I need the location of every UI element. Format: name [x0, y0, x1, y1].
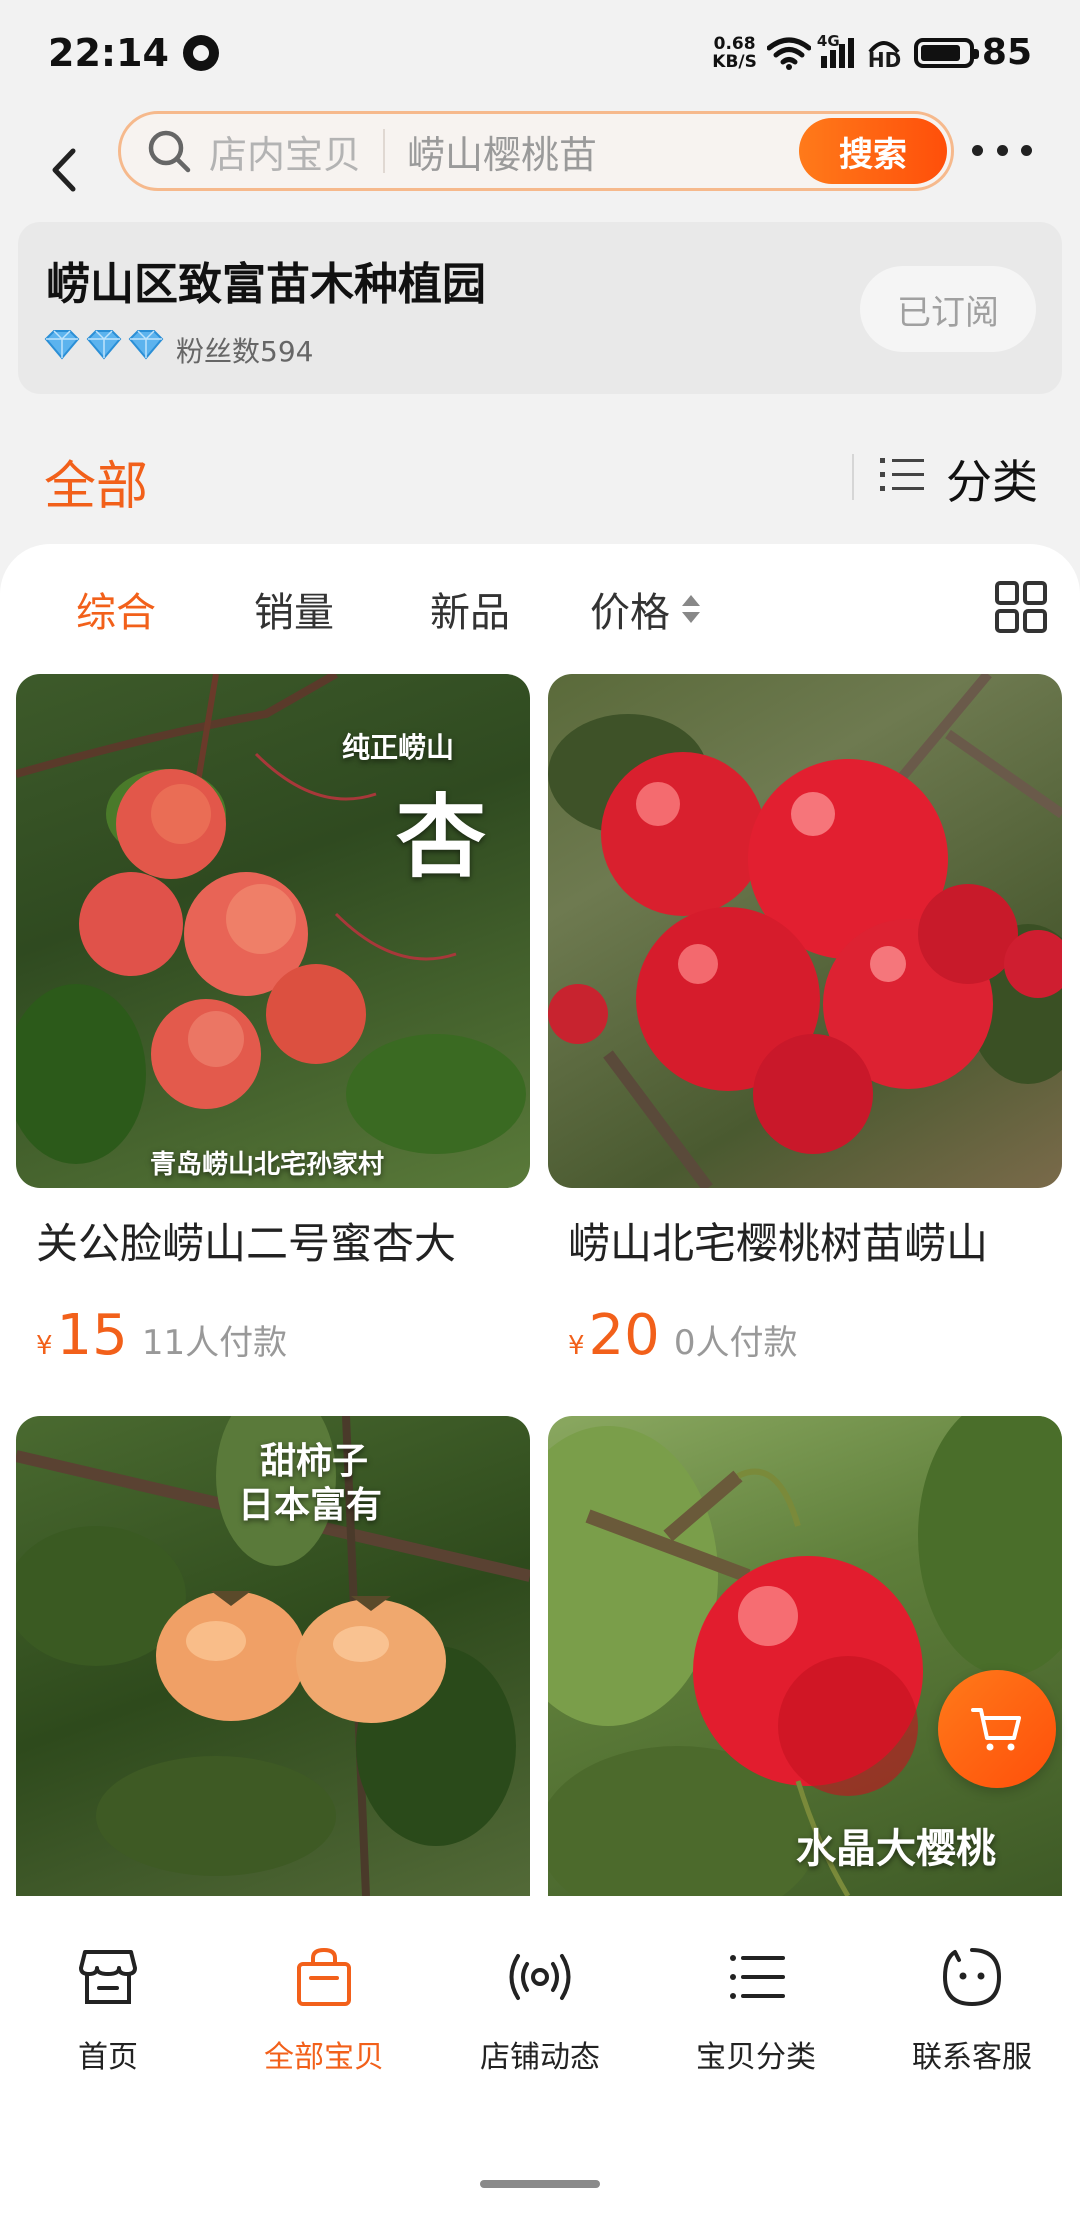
dot-icon [996, 144, 1008, 156]
product-price: 15 [56, 1303, 128, 1368]
nav-all-items[interactable]: 全部宝贝 [216, 1944, 432, 2076]
category-divider [852, 454, 854, 500]
sort-price-label: 价格 [590, 590, 670, 636]
dot-icon [972, 144, 983, 156]
chevron-left-icon [52, 148, 76, 192]
category-row: 全部 分类 [0, 410, 1080, 540]
product-overlay-label: 青岛崂山北宅孙家村 [150, 1150, 385, 1180]
sort-bar: 综合 销量 新品 价格 [0, 544, 1080, 666]
nav-label: 全部宝贝 [264, 2040, 384, 2075]
classify-button[interactable]: 分类 [946, 446, 1038, 512]
paid-count: 11人付款 [141, 1323, 288, 1363]
net-speed-value: 0.68 [713, 33, 756, 54]
currency-symbol: ¥ [568, 1331, 585, 1361]
subscribe-button[interactable]: 已订阅 [860, 266, 1036, 352]
wifi-icon [766, 37, 811, 70]
product-price-row: ¥ 15 11人付款 [36, 1303, 530, 1368]
category-all-tab[interactable]: 全部 [44, 444, 148, 519]
search-query: 崂山樱桃苗 [407, 132, 598, 177]
shopping-bag-icon [297, 1947, 351, 2006]
search-scope: 店内宝贝 [209, 132, 362, 177]
product-card[interactable]: 水晶大樱桃 [548, 1416, 1062, 1896]
net-speed: 0.68 KB/S [712, 35, 757, 71]
product-overlay-label: 水晶大樱桃 [796, 1826, 996, 1872]
search-icon [143, 125, 195, 177]
dot-icon [1021, 144, 1032, 156]
nav-label: 店铺动态 [480, 2040, 600, 2075]
more-menu-button[interactable] [972, 127, 1032, 173]
status-indicators: 0.68 KB/S 4G HD 85 [712, 32, 1032, 74]
product-card[interactable]: 甜柿子 日本富有 [16, 1416, 530, 1896]
currency-symbol: ¥ [36, 1331, 53, 1361]
diamond-icon [128, 330, 164, 360]
cart-icon [971, 1708, 1021, 1751]
sort-new[interactable]: 新品 [430, 580, 510, 638]
product-image: 水晶大樱桃 [548, 1416, 1062, 1896]
sort-price[interactable]: 价格 [590, 580, 702, 638]
product-price: 20 [588, 1303, 660, 1368]
diamond-icon [44, 330, 80, 360]
grid-view-icon[interactable] [994, 580, 1048, 634]
cart-button[interactable] [938, 1670, 1056, 1788]
nav-home[interactable]: 首页 [0, 1944, 216, 2076]
shop-name: 崂山区致富苗木种植园 [46, 259, 486, 310]
shop-rating [42, 328, 166, 360]
notification-icon [182, 34, 219, 71]
nav-categories[interactable]: 宝贝分类 [648, 1944, 864, 2076]
search-input[interactable]: 店内宝贝 崂山樱桃苗 搜索 [118, 111, 954, 191]
search-header: 店内宝贝 崂山樱桃苗 搜索 [0, 105, 1080, 235]
nav-shop-feed[interactable]: 店铺动态 [432, 1944, 648, 2076]
nav-customer-service[interactable]: 联系客服 [864, 1944, 1080, 2076]
product-image: 纯正崂山 杏 青岛崂山北宅孙家村 [16, 674, 530, 1188]
product-image: 甜柿子 日本富有 [16, 1416, 530, 1896]
home-indicator[interactable] [480, 2180, 600, 2188]
nav-label: 联系客服 [912, 2040, 1032, 2075]
product-title: 崂山北宅樱桃树苗崂山 [568, 1219, 989, 1268]
hd-icon: HD [864, 36, 904, 72]
shop-info-card[interactable]: 崂山区致富苗木种植园 粉丝数594 已订阅 [18, 222, 1062, 394]
status-time: 22:14 [48, 30, 169, 75]
sort-arrows-icon [682, 595, 700, 623]
product-overlay-label: 日本富有 [238, 1485, 383, 1526]
list-icon [880, 458, 924, 491]
back-button[interactable] [24, 130, 104, 210]
broadcast-icon [509, 1954, 571, 2000]
nav-label: 宝贝分类 [696, 2040, 816, 2075]
product-title: 关公脸崂山二号蜜杏大 [36, 1219, 457, 1268]
hd-label: HD [867, 47, 902, 72]
product-image [548, 674, 1062, 1188]
fans-count: 粉丝数594 [176, 335, 314, 368]
search-divider [383, 129, 386, 173]
net-speed-unit: KB/S [712, 51, 757, 72]
paid-count: 0人付款 [673, 1323, 798, 1363]
list-icon [730, 1955, 785, 1999]
product-price-row: ¥ 20 0人付款 [568, 1303, 1062, 1368]
sort-comprehensive[interactable]: 综合 [76, 580, 156, 638]
search-button[interactable]: 搜索 [799, 118, 947, 184]
battery-icon: 85 [913, 32, 1032, 73]
product-panel: 综合 销量 新品 价格 纯正崂山 杏 青岛崂山北宅孙家村 关公脸崂山二号蜜杏大 … [0, 544, 1080, 1914]
signal-icon: 4G [817, 32, 854, 68]
product-overlay-label: 杏 [396, 785, 486, 890]
status-bar: 22:14 0.68 KB/S 4G HD 85 [0, 0, 1080, 105]
shop-home-icon [79, 1950, 137, 2004]
diamond-icon [86, 330, 122, 360]
battery-level: 85 [981, 32, 1032, 73]
network-type: 4G [816, 31, 840, 50]
product-card[interactable]: 崂山北宅樱桃树苗崂山 ¥ 20 0人付款 [548, 674, 1062, 1368]
product-card[interactable]: 纯正崂山 杏 青岛崂山北宅孙家村 关公脸崂山二号蜜杏大 ¥ 15 11人付款 [16, 674, 530, 1368]
chat-face-icon [943, 1948, 1001, 2006]
sort-sales[interactable]: 销量 [254, 580, 334, 638]
product-overlay-label: 纯正崂山 [342, 731, 455, 764]
nav-label: 首页 [78, 2040, 138, 2075]
